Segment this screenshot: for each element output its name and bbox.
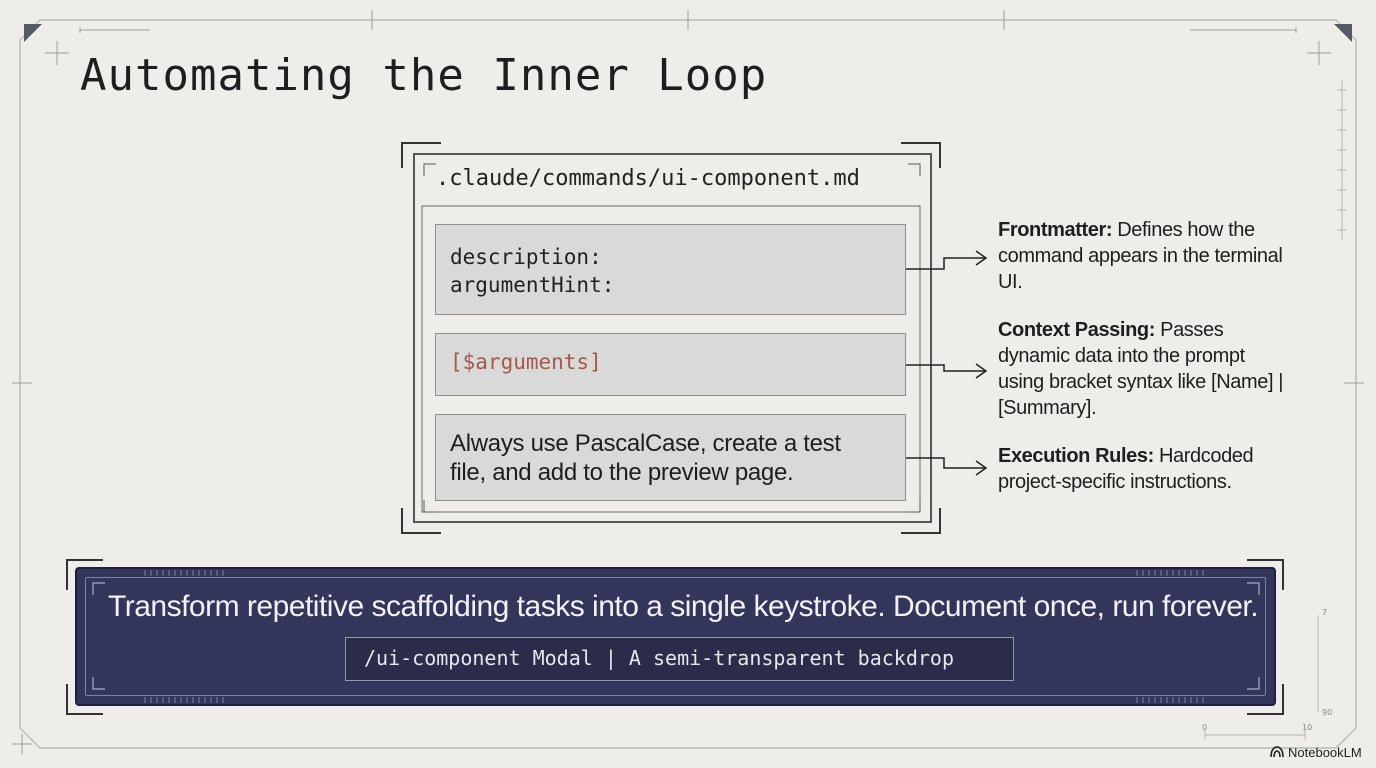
rules-text-line: file, and add to the preview page.	[450, 459, 794, 486]
rules-text-line: Always use PascalCase, create a test	[450, 430, 841, 457]
annotation-frontmatter: Frontmatter: Defines how the command app…	[998, 217, 1288, 295]
frontmatter-block: description: argumentHint:	[435, 224, 906, 315]
file-name: .claude/commands/ui-component.md	[436, 166, 860, 191]
frontmatter-line: description:	[450, 245, 602, 269]
brand-label: NotebookLM	[1288, 745, 1362, 760]
rules-block: Always use PascalCase, create a test fil…	[435, 414, 906, 501]
frontmatter-line: argumentHint:	[450, 273, 615, 297]
ruler-label: 7	[1322, 608, 1328, 617]
annotation-label: Context Passing:	[998, 319, 1155, 341]
annotation-execution-rules: Execution Rules: Hardcoded project-speci…	[998, 443, 1288, 495]
ruler-label: 10	[1302, 723, 1313, 732]
annotation-label: Frontmatter:	[998, 219, 1113, 241]
annotation-context-passing: Context Passing: Passes dynamic data int…	[998, 317, 1288, 421]
ruler-label: 90	[1322, 708, 1333, 717]
banner-headline: Transform repetitive scaffolding tasks i…	[108, 590, 1259, 623]
command-example-text: /ui-component Modal | A semi-transparent…	[364, 646, 955, 670]
arguments-block: [$arguments]	[435, 333, 906, 396]
ruler-label: 0	[1202, 723, 1208, 732]
annotation-label: Execution Rules:	[998, 445, 1154, 467]
notebooklm-logo-icon	[1270, 746, 1284, 758]
page-title: Automating the Inner Loop	[80, 50, 768, 101]
arguments-placeholder: [$arguments]	[450, 350, 602, 374]
